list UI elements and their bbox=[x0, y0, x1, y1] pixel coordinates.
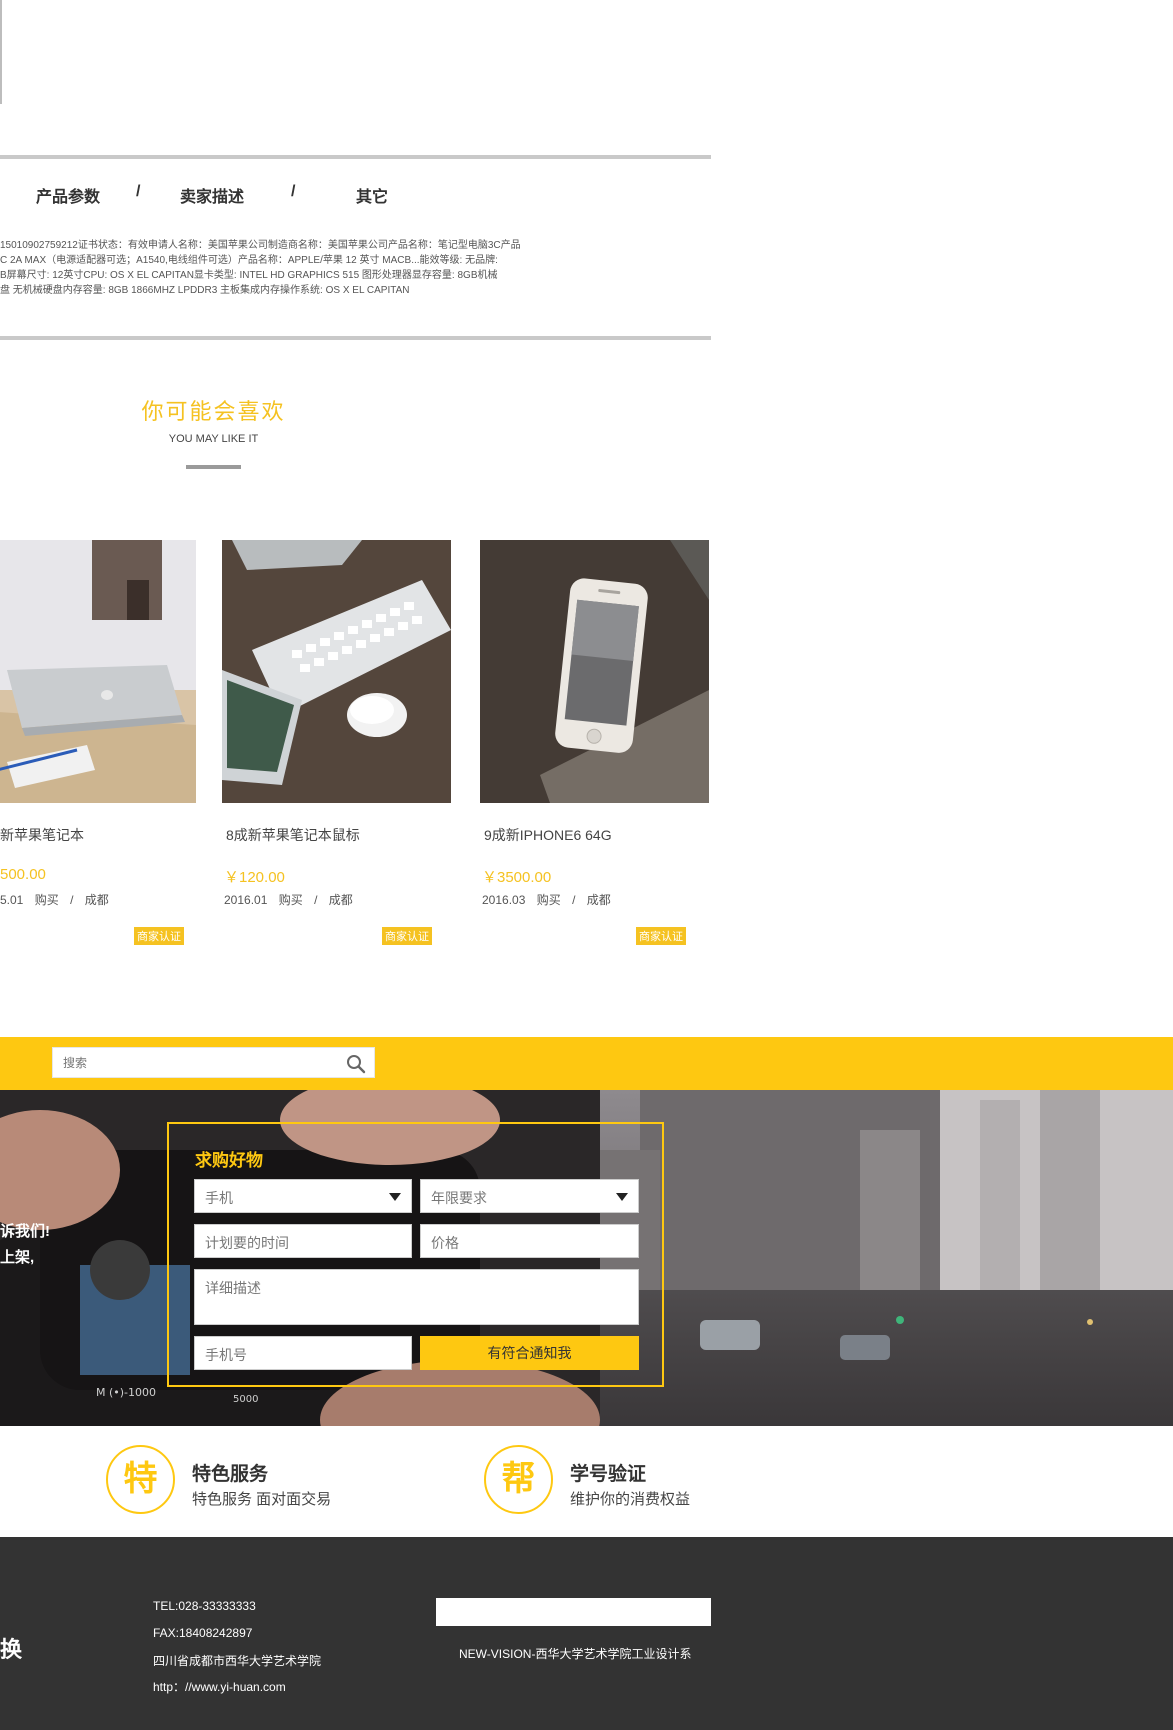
footer-brand: 换 bbox=[0, 1637, 23, 1662]
product-buy-label: 购买 bbox=[278, 893, 303, 907]
product-image-laptop[interactable] bbox=[0, 540, 196, 803]
product-city: 成都 bbox=[328, 893, 353, 907]
years-select[interactable]: 年限要求 bbox=[420, 1179, 639, 1213]
meta-separator: / bbox=[314, 893, 318, 907]
product-buy-label: 购买 bbox=[536, 893, 561, 907]
tab-separator: / bbox=[136, 183, 141, 200]
product-name[interactable]: 8成新苹果笔记本鼠标 bbox=[226, 825, 360, 845]
product-city: 成都 bbox=[84, 893, 109, 907]
product-card[interactable]: 8成新苹果笔记本鼠标 ￥120.00 2016.01 购买 / 成都 商家认证 bbox=[222, 540, 451, 950]
recommend-subtitle: YOU MAY LIKE IT bbox=[168, 433, 259, 445]
feature-description: 维护你的消费权益 bbox=[570, 1491, 691, 1508]
params-line: 15010902759212证书状态：有效申请人名称：美国苹果公司制造商名称：美… bbox=[0, 240, 521, 251]
product-card[interactable]: 新苹果笔记本 500.00 5.01 购买 / 成都 商家认证 bbox=[0, 540, 196, 950]
product-city: 成都 bbox=[586, 893, 611, 907]
tab-separator: / bbox=[291, 183, 296, 200]
recommend-title: 你可能会喜欢 bbox=[141, 399, 286, 424]
search-bar bbox=[0, 1037, 1173, 1090]
footer-tel: TEL:028-33333333 bbox=[153, 1599, 256, 1613]
product-price: ￥3500.00 bbox=[482, 869, 552, 886]
product-price: 500.00 bbox=[0, 866, 46, 883]
meta-separator: / bbox=[70, 893, 74, 907]
search-icon[interactable] bbox=[346, 1054, 366, 1074]
detail-description-input[interactable]: 详细描述 bbox=[194, 1269, 639, 1325]
request-hero: M (•)-1000 5000 诉我们! 上架, 求购好物 手机 年限要求 计划… bbox=[0, 1090, 1173, 1426]
footer-address: 四川省成都市西华大学艺术学院 bbox=[153, 1654, 322, 1668]
product-price: ￥120.00 bbox=[224, 869, 285, 886]
hero-side-text: 诉我们! bbox=[0, 1223, 50, 1240]
product-card[interactable]: 9成新IPHONE6 64G ￥3500.00 2016.03 购买 / 成都 … bbox=[480, 540, 709, 950]
product-date: 2016.01 bbox=[224, 893, 268, 907]
product-name[interactable]: 新苹果笔记本 bbox=[0, 825, 84, 845]
feature-badge-icon: 特 bbox=[106, 1445, 175, 1514]
product-date: 2016.03 bbox=[482, 893, 526, 907]
merchant-verified-badge: 商家认证 bbox=[382, 927, 432, 945]
meta-separator: / bbox=[572, 893, 576, 907]
product-image-iphone[interactable] bbox=[480, 540, 709, 803]
params-line: 盘 无机械硬盘内存容量: 8GB 1866MHZ LPDDR3 主板集成内存操作… bbox=[0, 285, 410, 296]
merchant-verified-badge: 商家认证 bbox=[134, 927, 184, 945]
category-select-value: 手机 bbox=[205, 1190, 233, 1206]
merchant-verified-badge: 商家认证 bbox=[636, 927, 686, 945]
params-line: C 2A MAX（电源适配器可选；A1540,电线组件可选）产品名称：APPLE… bbox=[0, 255, 498, 266]
tab-product-params[interactable]: 产品参数 bbox=[36, 183, 100, 207]
notify-me-button[interactable]: 有符合通知我 bbox=[420, 1336, 639, 1370]
product-name[interactable]: 9成新IPHONE6 64G bbox=[484, 825, 612, 845]
product-meta: 5.01 购买 / 成都 bbox=[0, 891, 117, 908]
search-box bbox=[52, 1047, 375, 1078]
footer-fax: FAX:18408242897 bbox=[153, 1626, 253, 1640]
chevron-down-icon bbox=[389, 1193, 401, 1201]
product-meta: 2016.03 购买 / 成都 bbox=[482, 891, 619, 908]
footer-website-link[interactable]: http：//www.yi-huan.com bbox=[153, 1678, 286, 1695]
planned-time-input[interactable]: 计划要的时间 bbox=[194, 1224, 412, 1258]
section-divider-top bbox=[0, 155, 711, 159]
recommend-underline bbox=[186, 465, 241, 469]
footer-credit: NEW-VISION-西华大学艺术学院工业设计系 bbox=[459, 1647, 692, 1661]
product-image-keyboard[interactable] bbox=[222, 540, 451, 803]
request-form-title: 求购好物 bbox=[195, 1151, 263, 1170]
price-input[interactable]: 价格 bbox=[420, 1224, 639, 1258]
product-params-text: 15010902759212证书状态：有效申请人名称：美国苹果公司制造商名称：美… bbox=[0, 238, 560, 298]
product-meta: 2016.01 购买 / 成都 bbox=[224, 891, 361, 908]
svg-text:5000: 5000 bbox=[233, 1394, 258, 1405]
chevron-down-icon bbox=[616, 1193, 628, 1201]
feature-title: 特色服务 bbox=[192, 1464, 269, 1485]
detail-tabs: 产品参数 / 卖家描述 / 其它 bbox=[0, 183, 711, 213]
request-form: 求购好物 手机 年限要求 计划要的时间 价格 详细描述 手机号 有符合通知我 bbox=[167, 1122, 664, 1387]
footer: 换 TEL:028-33333333 FAX:18408242897 四川省成都… bbox=[0, 1537, 1173, 1730]
params-line: B屏幕尺寸: 12英寸CPU: OS X EL CAPITAN显卡类型: INT… bbox=[0, 270, 498, 281]
left-border-line bbox=[0, 0, 2, 104]
phone-input[interactable]: 手机号 bbox=[194, 1336, 412, 1370]
tab-seller-description[interactable]: 卖家描述 bbox=[180, 183, 244, 207]
search-input[interactable] bbox=[63, 1054, 333, 1072]
feature-title: 学号验证 bbox=[570, 1464, 647, 1485]
product-buy-label: 购买 bbox=[34, 893, 59, 907]
feature-badge-icon: 帮 bbox=[484, 1445, 553, 1514]
footer-subscribe-input[interactable] bbox=[436, 1598, 711, 1626]
tab-other[interactable]: 其它 bbox=[356, 183, 388, 207]
svg-text:M (•)-1000: M (•)-1000 bbox=[96, 1386, 156, 1399]
product-date: 5.01 bbox=[0, 893, 24, 907]
category-select[interactable]: 手机 bbox=[194, 1179, 412, 1213]
hero-side-text: 上架, bbox=[0, 1249, 35, 1266]
section-divider-bottom bbox=[0, 336, 711, 340]
feature-description: 特色服务 面对面交易 bbox=[192, 1491, 332, 1508]
years-select-value: 年限要求 bbox=[431, 1190, 487, 1206]
